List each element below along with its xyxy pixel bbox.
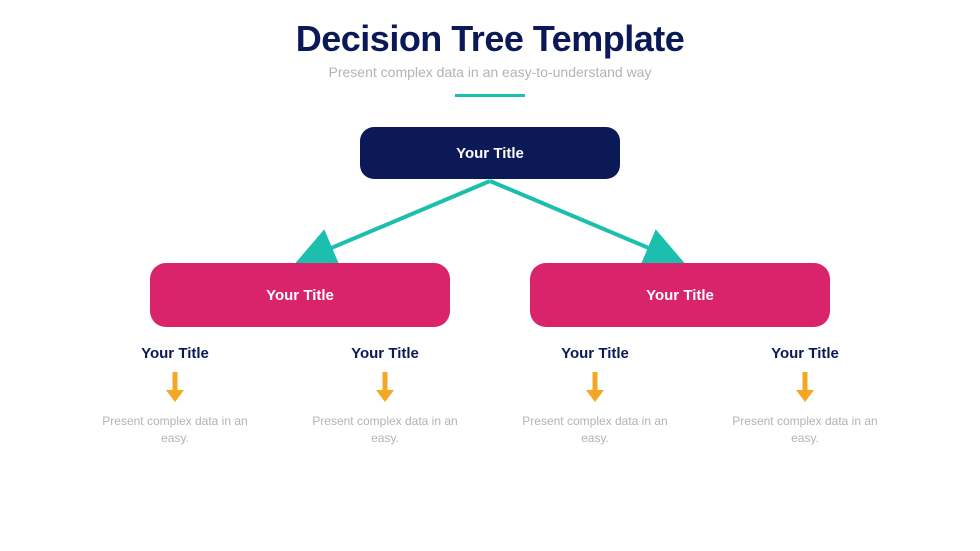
- page-subtitle: Present complex data in an easy-to-under…: [0, 64, 980, 80]
- branch-label: Your Title: [266, 287, 334, 304]
- root-node: Your Title: [360, 127, 620, 179]
- leaf-description: Present complex data in an easy.: [95, 413, 255, 447]
- down-arrow-icon: [166, 372, 184, 402]
- leaf-description: Present complex data in an easy.: [725, 413, 885, 447]
- leaf-item: Your Title Present complex data in an ea…: [725, 345, 885, 447]
- leaf-description: Present complex data in an easy.: [515, 413, 675, 447]
- title-underline: [455, 94, 525, 97]
- down-arrow-icon: [796, 372, 814, 402]
- branch-arrows: [190, 179, 790, 269]
- page-title: Decision Tree Template: [0, 18, 980, 60]
- leaf-title: Your Title: [305, 345, 465, 362]
- leaf-title: Your Title: [725, 345, 885, 362]
- branch-label: Your Title: [646, 287, 714, 304]
- leaf-row: Your Title Present complex data in an ea…: [0, 345, 980, 447]
- header: Decision Tree Template Present complex d…: [0, 0, 980, 97]
- leaf-description: Present complex data in an easy.: [305, 413, 465, 447]
- branch-node-left: Your Title: [150, 263, 450, 327]
- branch-node-right: Your Title: [530, 263, 830, 327]
- root-label: Your Title: [456, 145, 524, 162]
- leaf-title: Your Title: [95, 345, 255, 362]
- leaf-item: Your Title Present complex data in an ea…: [515, 345, 675, 447]
- down-arrow-icon: [376, 372, 394, 402]
- leaf-title: Your Title: [515, 345, 675, 362]
- down-arrow-icon: [586, 372, 604, 402]
- branch-row: Your Title Your Title: [0, 263, 980, 327]
- leaf-item: Your Title Present complex data in an ea…: [305, 345, 465, 447]
- leaf-item: Your Title Present complex data in an ea…: [95, 345, 255, 447]
